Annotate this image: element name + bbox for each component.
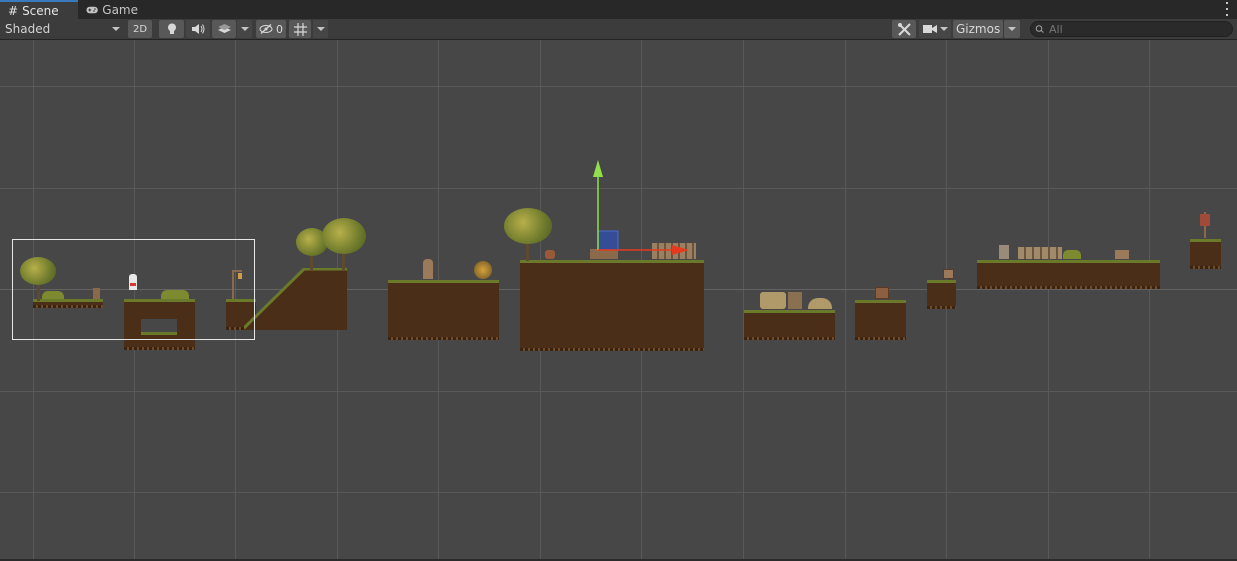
eye-slash-icon xyxy=(259,24,273,34)
pot-sprite[interactable] xyxy=(545,250,555,259)
ground-platform[interactable] xyxy=(855,300,906,340)
hay-bales-sprite[interactable] xyxy=(760,292,786,309)
grid-line xyxy=(0,86,1237,87)
effects-dropdown-button[interactable] xyxy=(237,20,252,38)
draw-mode-dropdown[interactable]: Shaded xyxy=(0,19,124,39)
gizmos-label: Gizmos xyxy=(956,22,1001,36)
grid-toggle-button[interactable] xyxy=(289,20,311,38)
grid-line xyxy=(1048,40,1049,561)
grid-line xyxy=(0,391,1237,392)
search-icon xyxy=(1035,25,1044,33)
grid-dropdown-button[interactable] xyxy=(313,20,328,38)
camera-icon xyxy=(922,25,937,33)
more-options-icon[interactable] xyxy=(1225,2,1229,16)
lighting-toggle-button[interactable] xyxy=(159,20,184,38)
tools-button[interactable] xyxy=(892,20,916,38)
draw-mode-value: Shaded xyxy=(5,22,51,36)
hidden-objects-toggle-button[interactable]: 0 xyxy=(256,20,286,38)
fence-sprite[interactable] xyxy=(1018,247,1062,259)
audio-toggle-button[interactable] xyxy=(186,20,210,38)
scarecrow-sprite[interactable] xyxy=(423,259,433,279)
xy-plane-handle xyxy=(597,230,619,251)
sunflower-sprite[interactable] xyxy=(474,261,492,279)
tab-scene[interactable]: # Scene xyxy=(0,0,78,19)
ground-platform[interactable] xyxy=(388,280,499,340)
banner-sprite[interactable] xyxy=(1200,212,1210,238)
tab-scene-label: Scene xyxy=(22,3,59,18)
ground-platform-small[interactable] xyxy=(1190,239,1221,269)
chevron-down-icon xyxy=(112,27,120,31)
grid-icon xyxy=(293,22,307,36)
ground-platform-large[interactable] xyxy=(520,260,704,351)
scene-toolbar: Shaded 2D 0 Gizmos xyxy=(0,19,1237,40)
x-axis-arrow-icon xyxy=(672,245,689,255)
y-axis-arrow-icon xyxy=(593,160,603,177)
gizmos-toggle-button[interactable]: Gizmos xyxy=(953,20,1003,38)
grid-line xyxy=(0,492,1237,493)
chevron-down-icon xyxy=(939,27,948,31)
tab-game[interactable]: Game xyxy=(78,0,146,19)
tab-game-label: Game xyxy=(102,2,138,17)
layers-effects-icon xyxy=(217,23,231,33)
camera-frame-outline[interactable] xyxy=(12,239,255,340)
grid-line xyxy=(1149,40,1150,561)
ground-platform-small[interactable] xyxy=(927,280,956,309)
editor-tab-bar: # Scene Game xyxy=(0,0,1237,19)
grid-line xyxy=(743,40,744,561)
grid-line xyxy=(845,40,846,561)
hidden-objects-count: 0 xyxy=(276,22,283,36)
lightbulb-icon xyxy=(167,23,176,34)
ground-platform[interactable] xyxy=(744,310,835,340)
crate-sprite[interactable] xyxy=(943,269,954,279)
tree-sprite[interactable] xyxy=(322,218,366,270)
effects-toggle-button[interactable] xyxy=(212,20,236,38)
scene-search-field[interactable] xyxy=(1030,21,1233,37)
bush-sprite[interactable] xyxy=(1063,250,1081,259)
2d-toggle-label: 2D xyxy=(132,23,148,35)
search-input[interactable] xyxy=(1045,22,1219,36)
speaker-icon xyxy=(191,24,204,34)
scene-camera-button[interactable] xyxy=(919,20,951,38)
ground-platform-long[interactable] xyxy=(977,260,1160,289)
crossed-tools-icon xyxy=(897,22,911,36)
move-tool-gizmo[interactable] xyxy=(588,158,692,258)
2d-toggle-button[interactable]: 2D xyxy=(128,20,152,38)
sloped-ground-platform[interactable] xyxy=(244,268,348,331)
scene-viewport[interactable] xyxy=(0,40,1237,561)
scarecrow-sprite[interactable] xyxy=(999,245,1009,259)
crate-sprite[interactable] xyxy=(875,287,889,299)
gamepad-icon xyxy=(86,6,98,13)
antlers-sprite[interactable] xyxy=(788,292,802,309)
grid-hash-icon: # xyxy=(8,3,19,18)
gizmos-dropdown-button[interactable] xyxy=(1004,20,1020,38)
bench-sprite[interactable] xyxy=(1115,250,1129,259)
rock-pile-sprite[interactable] xyxy=(808,298,832,309)
